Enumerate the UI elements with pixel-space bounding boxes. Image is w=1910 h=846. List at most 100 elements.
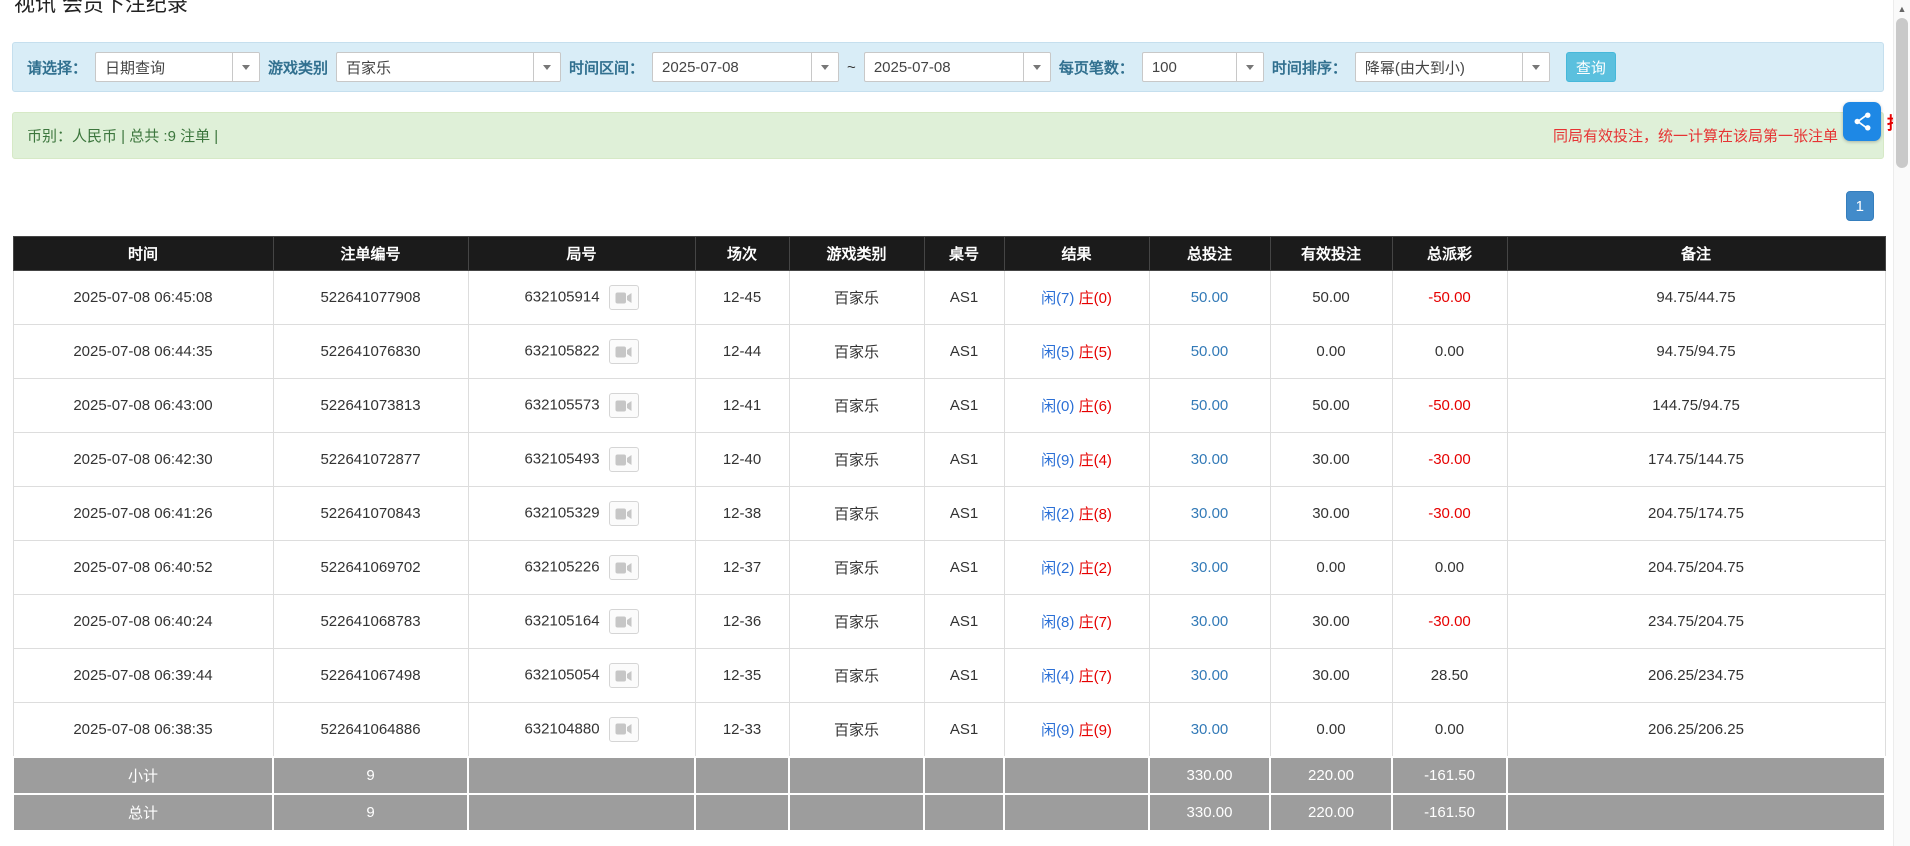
cell-payout: -30.00 (1391, 486, 1508, 541)
result-player: 闲(4) (1041, 668, 1075, 685)
page-title: 视讯 会员下注纪录 (14, 0, 188, 16)
video-replay-icon (615, 670, 632, 681)
total-row-cell (923, 792, 1005, 832)
round-id-text: 632104880 (524, 720, 600, 738)
cell-game-type: 百家乐 (788, 540, 925, 595)
subtotal-row: 小计 9 330.00 220.00 -161.50 (12, 755, 1886, 795)
chevron-down-icon[interactable] (811, 53, 839, 81)
replay-video-button[interactable] (608, 609, 639, 634)
cell-valid-bet: 0.00 (1269, 324, 1393, 379)
cell-result: 闲(5) 庄(5) (1003, 324, 1150, 379)
result-player: 闲(8) (1041, 614, 1075, 631)
date-range-separator: ~ (847, 58, 856, 76)
chevron-down-icon[interactable] (533, 53, 561, 81)
cell-total-bet[interactable]: 50.00 (1148, 324, 1271, 379)
cell-game-type: 百家乐 (788, 432, 925, 487)
chevron-down-icon[interactable] (1235, 53, 1263, 81)
cell-total-bet[interactable]: 50.00 (1148, 270, 1271, 325)
sort-order-value: 降幂(由大到小) (1364, 59, 1465, 77)
replay-video-button[interactable] (608, 447, 639, 472)
cell-table-no: AS1 (923, 324, 1005, 379)
column-header: 总投注 (1148, 236, 1271, 271)
total-row-cell: 9 (272, 792, 469, 832)
subtotal-row-cell: 9 (272, 755, 469, 795)
cell-total-bet[interactable]: 50.00 (1148, 378, 1271, 433)
vertical-scrollbar[interactable]: ▲ (1893, 0, 1910, 846)
pagination: 1 (12, 191, 1884, 221)
sort-order-select[interactable]: 降幂(由大到小) (1354, 52, 1550, 82)
replay-video-button[interactable] (608, 285, 639, 310)
cell-time: 2025-07-08 06:40:24 (12, 594, 274, 649)
cell-total-bet[interactable]: 30.00 (1148, 486, 1271, 541)
cell-total-bet[interactable]: 30.00 (1148, 648, 1271, 703)
replay-video-button[interactable] (608, 339, 639, 364)
video-replay-icon (615, 723, 632, 735)
result-player: 闲(5) (1041, 344, 1075, 361)
cell-table-no: AS1 (923, 432, 1005, 487)
cell-game-type: 百家乐 (788, 648, 925, 703)
share-icon (1854, 112, 1870, 131)
cell-total-bet[interactable]: 30.00 (1148, 432, 1271, 487)
page-size-select[interactable]: 100 (1141, 52, 1264, 82)
table-row: 2025-07-08 06:44:35 522641076830 632105822… (12, 324, 1886, 379)
cell-result: 闲(7) 庄(0) (1003, 270, 1150, 325)
cell-total-bet[interactable]: 30.00 (1148, 540, 1271, 595)
result-banker: 庄(0) (1078, 290, 1112, 307)
chevron-down-icon[interactable] (232, 53, 260, 81)
table-row: 2025-07-08 06:38:35 522641064886 632104880… (12, 702, 1886, 757)
page-1-button[interactable]: 1 (1845, 191, 1874, 221)
column-header: 注单编号 (272, 236, 469, 271)
cell-total-bet[interactable]: 30.00 (1148, 702, 1271, 757)
chevron-down-icon[interactable] (1022, 53, 1050, 81)
cell-total-bet[interactable]: 30.00 (1148, 594, 1271, 649)
scrollbar-thumb[interactable] (1896, 18, 1908, 168)
cell-payout: -30.00 (1391, 432, 1508, 487)
cell-bet-id: 522641067498 (272, 648, 469, 703)
cell-session: 12-38 (694, 486, 790, 541)
round-id-text: 632105493 (524, 450, 600, 468)
search-button[interactable]: 查询 (1565, 52, 1616, 82)
page-size-label: 每页笔数： (1058, 59, 1134, 77)
cell-session: 12-41 (694, 378, 790, 433)
cell-time: 2025-07-08 06:44:35 (12, 324, 274, 379)
result-player: 闲(2) (1041, 506, 1075, 523)
replay-video-button[interactable] (608, 716, 639, 742)
subtotal-row-cell (1506, 755, 1886, 795)
cell-valid-bet: 50.00 (1269, 270, 1393, 325)
cell-round-id: 632105573 (467, 378, 696, 433)
subtotal-row-cell (1003, 755, 1150, 795)
cell-payout: 0.00 (1391, 540, 1508, 595)
replay-video-button[interactable] (608, 555, 639, 580)
round-id-text: 632105054 (524, 666, 600, 684)
date-from-picker[interactable]: 2025-07-08 (652, 52, 840, 82)
result-player: 闲(2) (1041, 560, 1075, 577)
cell-time: 2025-07-08 06:43:00 (12, 378, 274, 433)
cell-bet-id: 522641064886 (272, 702, 469, 757)
date-to-picker[interactable]: 2025-07-08 (863, 52, 1051, 82)
video-replay-icon (615, 346, 632, 357)
chevron-down-icon[interactable] (1521, 53, 1549, 81)
game-type-value: 百家乐 (346, 59, 392, 77)
result-player: 闲(9) (1041, 452, 1075, 469)
result-banker: 庄(5) (1078, 344, 1112, 361)
total-row-cell: -161.50 (1391, 792, 1508, 832)
cell-game-type: 百家乐 (788, 702, 925, 757)
cell-valid-bet: 0.00 (1269, 702, 1393, 757)
replay-video-button[interactable] (608, 393, 639, 418)
cell-round-id: 632105226 (467, 540, 696, 595)
column-header: 结果 (1003, 236, 1150, 271)
cell-round-id: 632104880 (467, 702, 696, 757)
game-type-select[interactable]: 百家乐 (336, 52, 562, 82)
replay-video-button[interactable] (608, 663, 639, 688)
cell-round-id: 632105329 (467, 486, 696, 541)
app-window: 视讯 会员下注纪录 请选择： 日期查询 游戏类别 百家乐 时间区间： 2025-… (0, 0, 1910, 846)
scroll-up-icon[interactable]: ▲ (1894, 0, 1910, 17)
replay-video-button[interactable] (608, 501, 639, 526)
share-button[interactable] (1843, 102, 1881, 141)
table-row: 2025-07-08 06:40:52 522641069702 632105226… (12, 540, 1886, 595)
date-to-value: 2025-07-08 (873, 58, 951, 76)
cell-result: 闲(8) 庄(7) (1003, 594, 1150, 649)
query-type-select[interactable]: 日期查询 (95, 52, 261, 82)
result-banker: 庄(2) (1078, 560, 1112, 577)
subtotal-row-cell: 220.00 (1269, 755, 1393, 795)
